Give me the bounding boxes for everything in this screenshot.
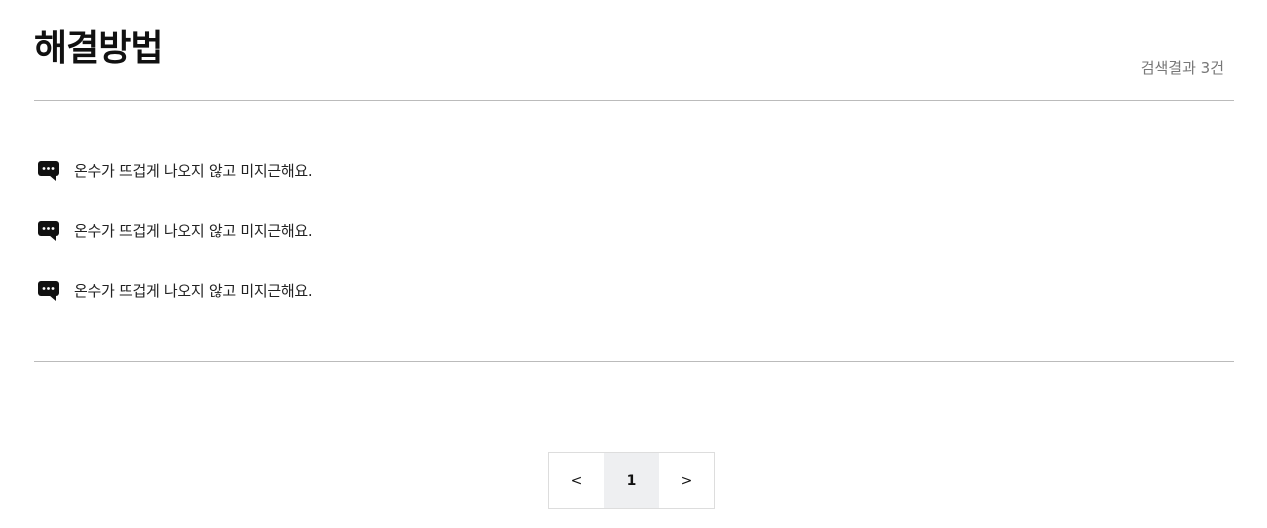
chat-bubble-icon <box>38 160 59 182</box>
result-item[interactable]: 온수가 뜨겁게 나오지 않고 미지근해요. <box>38 160 313 182</box>
pagination: < 1 > <box>548 452 715 509</box>
result-count: 검색결과 3건 <box>1140 59 1224 77</box>
chat-bubble-icon <box>38 280 59 302</box>
result-item[interactable]: 온수가 뜨겁게 나오지 않고 미지근해요. <box>38 280 313 302</box>
top-divider <box>34 100 1234 101</box>
result-item[interactable]: 온수가 뜨겁게 나오지 않고 미지근해요. <box>38 220 313 242</box>
page-button-current[interactable]: 1 <box>604 453 659 508</box>
chat-bubble-icon <box>38 220 59 242</box>
next-page-button[interactable]: > <box>659 453 714 508</box>
result-text: 온수가 뜨겁게 나오지 않고 미지근해요. <box>74 162 313 180</box>
result-text: 온수가 뜨겁게 나오지 않고 미지근해요. <box>74 282 313 300</box>
result-list: 온수가 뜨겁게 나오지 않고 미지근해요. 온수가 뜨겁게 나오지 않고 미지근… <box>38 160 313 340</box>
result-text: 온수가 뜨겁게 나오지 않고 미지근해요. <box>74 222 313 240</box>
prev-page-button[interactable]: < <box>549 453 604 508</box>
bottom-divider <box>34 361 1234 362</box>
page-title: 해결방법 <box>34 28 163 69</box>
